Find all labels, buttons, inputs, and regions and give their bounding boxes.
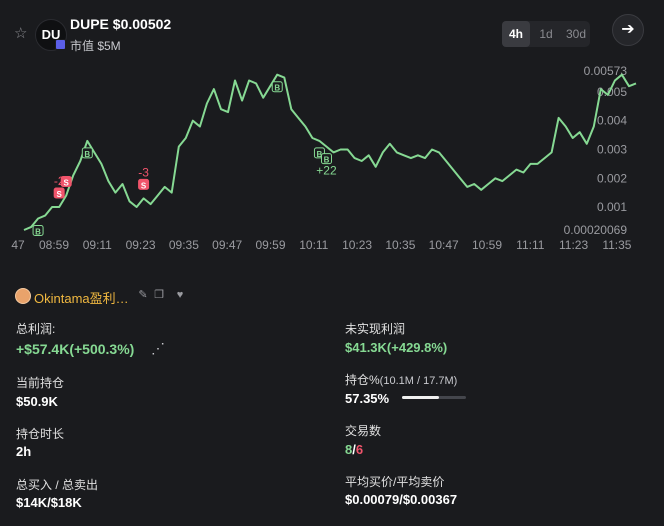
total-profit-label: 总利润: — [16, 322, 56, 336]
price-chart: 0.005730.0050.0040.0030.0020.0010.000200… — [11, 64, 637, 252]
duration-value: 2h — [16, 444, 32, 459]
tab-4h[interactable]: 4h — [502, 21, 530, 47]
avg-price-value: $0.00079/$0.00367 — [345, 492, 458, 507]
x-tick-label: 08:59 — [39, 238, 69, 252]
x-tick-label: 47 — [11, 238, 25, 252]
pencil-icon[interactable]: ✎ — [137, 289, 149, 301]
chain-badge-icon — [55, 39, 66, 50]
trades-label: 交易数 — [345, 424, 382, 438]
y-tick-label: 0.00020069 — [564, 223, 628, 237]
svg-text:B: B — [274, 84, 280, 93]
holding-label: 当前持仓 — [16, 376, 65, 390]
token-title: DUPE $0.00502 — [70, 16, 172, 32]
x-tick-label: 11:11 — [516, 238, 545, 252]
star-icon[interactable]: ☆ — [14, 26, 30, 42]
x-tick-label: 10:35 — [385, 238, 415, 252]
position-value: 57.35% — [345, 391, 390, 406]
svg-text:B: B — [84, 150, 90, 159]
holding-value: $50.9K — [16, 394, 58, 409]
position-detail: (10.1M / 17.7M) — [379, 375, 458, 387]
buy-marker[interactable]: B — [271, 81, 283, 93]
x-tick-label: 09:35 — [169, 238, 199, 252]
trades-value: 8/6 — [345, 442, 363, 457]
svg-text:S: S — [64, 179, 70, 188]
avg-price-label: 平均买价/平均卖价 — [345, 475, 445, 489]
buy-sell-label: 总买入 / 总卖出 — [16, 478, 99, 492]
marker-label: -3 — [138, 165, 149, 179]
x-tick-label: 09:23 — [126, 238, 156, 252]
y-tick-label: 0.001 — [597, 200, 627, 214]
y-tick-label: 0.004 — [597, 114, 627, 128]
x-tick-label: 10:11 — [299, 238, 328, 252]
unrealized-value: $41.3K(+429.8%) — [345, 340, 448, 355]
x-tick-label: 10:59 — [472, 238, 502, 252]
arrow-right-icon[interactable]: ➔ — [612, 14, 644, 46]
buy-marker[interactable]: B — [81, 147, 93, 159]
svg-text:S: S — [141, 181, 147, 190]
svg-text:B: B — [35, 228, 41, 237]
tab-1d[interactable]: 1d — [532, 21, 560, 47]
x-tick-label: 10:23 — [342, 238, 372, 252]
buy-sell-value: $14K/$18K — [16, 495, 82, 510]
unrealized-label: 未实现利润 — [345, 322, 406, 336]
position-label: 持仓%(10.1M / 17.7M) — [345, 371, 457, 388]
y-tick-label: 0.002 — [597, 171, 627, 185]
trades-sells: 6 — [355, 442, 364, 457]
price-line — [23, 73, 637, 231]
trader-name[interactable]: Okintama盈利… — [34, 288, 129, 307]
share-icon[interactable]: ⋰ — [151, 340, 165, 357]
tab-30d[interactable]: 30d — [562, 21, 590, 47]
timeframe-selector: 4h 1d 30d — [502, 21, 590, 47]
x-tick-label: 09:11 — [83, 238, 112, 252]
x-tick-label: 10:47 — [429, 238, 459, 252]
x-tick-label: 09:59 — [255, 238, 285, 252]
x-tick-label: 11:23 — [559, 238, 588, 252]
sell-marker[interactable]: S -3 — [138, 165, 149, 190]
x-tick-label: 11:35 — [602, 238, 631, 252]
y-tick-label: 0.003 — [597, 143, 627, 157]
buy-marker[interactable]: B — [32, 225, 44, 237]
sell-marker[interactable]: S — [60, 176, 72, 188]
trader-avatar-icon — [15, 288, 31, 304]
copy-icon[interactable]: ❐ — [153, 289, 165, 301]
position-label-text: 持仓% — [345, 373, 380, 387]
duration-label: 持仓时长 — [16, 427, 65, 441]
total-profit-value: +$57.4K(+500.3%) — [16, 341, 135, 357]
heart-icon[interactable]: ♥ — [174, 289, 186, 301]
position-bar — [402, 396, 466, 399]
marker-label: +22 — [316, 164, 337, 178]
x-tick-label: 09:47 — [212, 238, 242, 252]
svg-text:S: S — [57, 190, 63, 199]
position-bar-fill — [402, 396, 439, 399]
